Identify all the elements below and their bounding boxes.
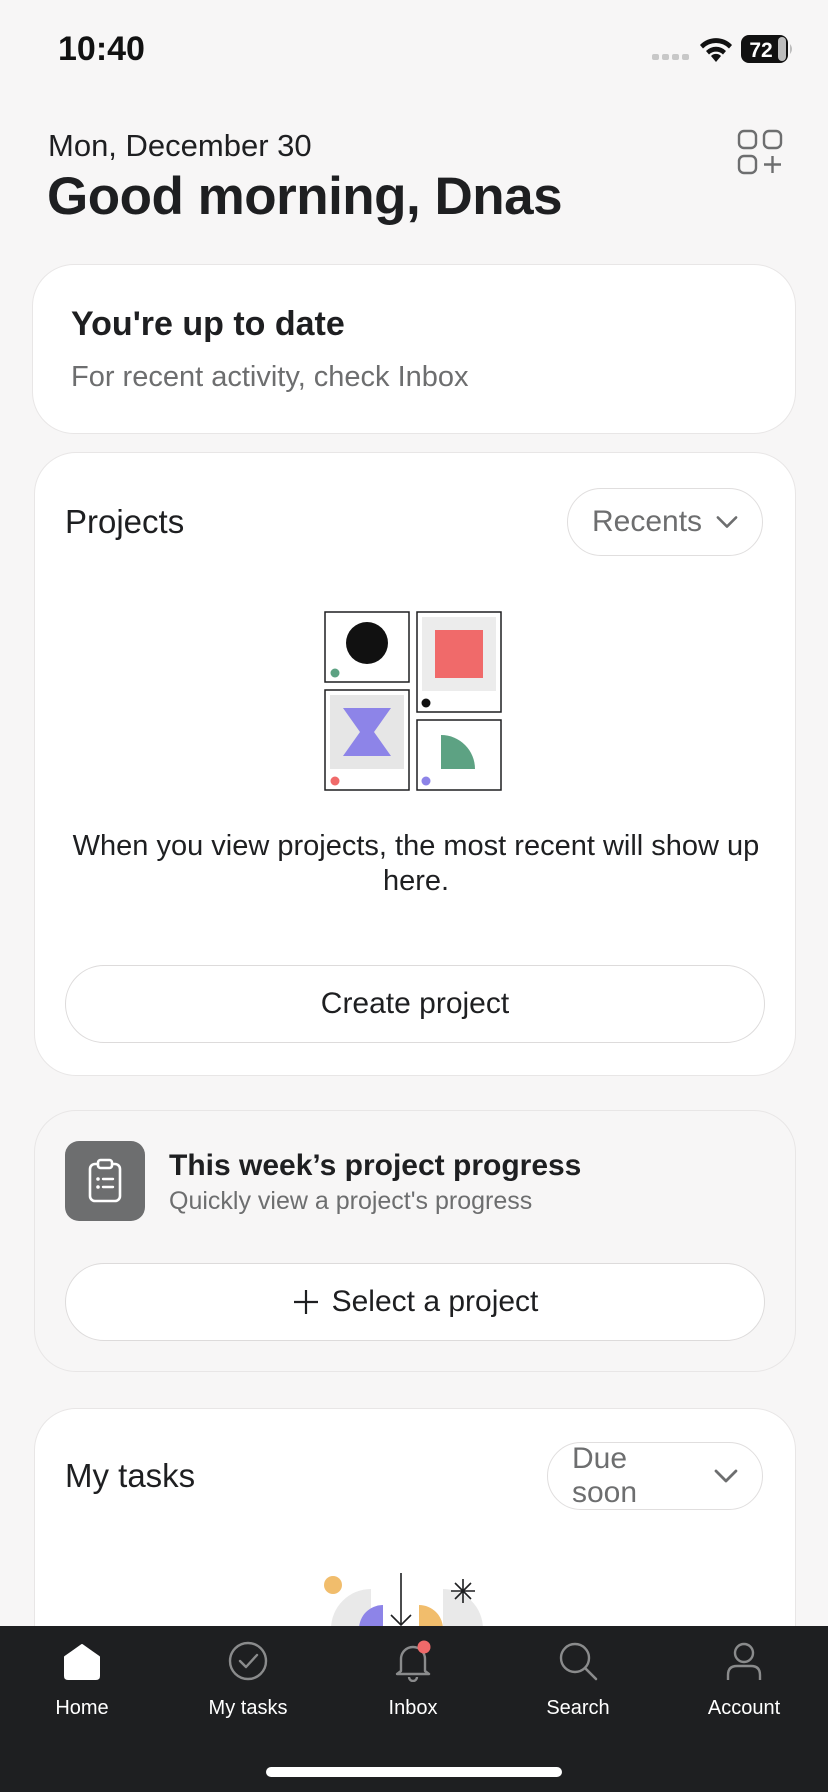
date-label: Mon, December 30 xyxy=(48,128,312,163)
recents-dropdown[interactable]: Recents xyxy=(567,488,763,556)
create-project-button[interactable]: Create project xyxy=(65,965,765,1043)
tab-home-label: Home xyxy=(55,1697,109,1719)
tab-account-label: Account xyxy=(707,1697,781,1719)
projects-card: Projects Recents When you view projects,… xyxy=(34,452,796,1076)
signal-icon xyxy=(652,54,689,60)
notification-dot xyxy=(417,1640,431,1654)
progress-subtitle: Quickly view a project's progress xyxy=(169,1187,533,1215)
wifi-icon xyxy=(700,38,732,62)
home-indicator xyxy=(266,1767,562,1777)
bell-icon xyxy=(395,1640,431,1682)
recents-dropdown-label: Recents xyxy=(592,505,703,538)
home-screen: 10:40 72 Mon, December 30 Good morning, … xyxy=(0,0,828,1792)
select-project-label: Select a project xyxy=(331,1285,539,1318)
projects-empty-illustration xyxy=(324,611,502,791)
activity-card[interactable]: You're up to date For recent activity, c… xyxy=(32,264,796,434)
battery-icon: 72 xyxy=(741,35,792,63)
projects-empty-message: When you view projects, the most recent … xyxy=(72,830,760,897)
select-project-button[interactable]: Select a project xyxy=(65,1263,765,1341)
check-circle-icon xyxy=(228,1641,268,1681)
activity-title: You're up to date xyxy=(71,305,345,343)
tab-home[interactable]: Home xyxy=(12,1640,152,1740)
battery-level: 72 xyxy=(749,39,772,62)
chevron-down-icon xyxy=(714,1469,738,1483)
clipboard-tile xyxy=(65,1141,145,1221)
my-tasks-title: My tasks xyxy=(65,1457,196,1494)
tab-search-label: Search xyxy=(546,1697,610,1719)
clipboard-icon xyxy=(88,1158,122,1203)
project-progress-card: This week’s project progress Quickly vie… xyxy=(34,1110,796,1372)
due-soon-dropdown[interactable]: Due soon xyxy=(547,1442,763,1510)
tab-inbox[interactable]: Inbox xyxy=(343,1640,483,1740)
create-project-label: Create project xyxy=(320,987,510,1020)
greeting-title: Good morning, Dnas xyxy=(47,167,563,226)
tab-my-tasks-label: My tasks xyxy=(208,1697,288,1719)
tab-account[interactable]: Account xyxy=(674,1640,814,1740)
tab-my-tasks[interactable]: My tasks xyxy=(178,1640,318,1740)
tasks-empty-illustration xyxy=(324,1573,483,1629)
progress-title: This week’s project progress xyxy=(169,1149,582,1182)
plus-icon xyxy=(293,1290,318,1314)
due-soon-dropdown-label: Due soon xyxy=(572,1442,638,1509)
search-icon xyxy=(559,1642,598,1681)
status-bar: 10:40 72 xyxy=(0,0,828,100)
projects-title: Projects xyxy=(65,503,185,540)
tab-inbox-label: Inbox xyxy=(388,1697,438,1719)
person-icon xyxy=(726,1642,762,1680)
customize-widgets-icon[interactable] xyxy=(736,128,784,176)
chevron-down-icon xyxy=(716,516,738,528)
status-time: 10:40 xyxy=(58,30,145,68)
tab-search[interactable]: Search xyxy=(508,1640,648,1740)
activity-subtitle: For recent activity, check Inbox xyxy=(71,361,469,393)
home-icon xyxy=(64,1644,100,1680)
